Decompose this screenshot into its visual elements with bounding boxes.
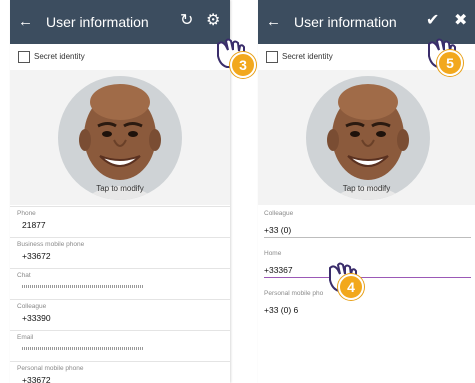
field-value: +33672: [22, 251, 51, 261]
masked-value: [22, 285, 144, 288]
field-value[interactable]: +33 (0): [264, 225, 291, 235]
email-field[interactable]: Email: [10, 330, 230, 361]
phone-field[interactable]: Phone 21877: [10, 206, 230, 237]
field-value[interactable]: +33367: [264, 265, 293, 275]
field-label: Phone: [17, 210, 36, 217]
masked-value: [22, 347, 144, 350]
step-badge-4: 4: [338, 274, 364, 300]
personal-mobile-field[interactable]: Personal mobile phone +33672: [10, 361, 230, 383]
secret-identity-row[interactable]: Secret identity: [10, 44, 230, 70]
secret-identity-checkbox[interactable]: [18, 51, 30, 63]
refresh-icon[interactable]: ↻: [180, 12, 193, 30]
field-value: +33390: [22, 313, 51, 323]
chat-field[interactable]: Chat: [10, 268, 230, 299]
page-title: User information: [46, 14, 149, 30]
tap-to-modify-label: Tap to modify: [342, 184, 391, 193]
field-label: Chat: [17, 272, 31, 279]
avatar[interactable]: [306, 76, 430, 200]
colleague-field[interactable]: Colleague +33390: [10, 299, 230, 330]
step-badge-5: 5: [437, 50, 463, 76]
field-value: +33672: [22, 375, 51, 383]
field-label: Colleague: [264, 210, 294, 217]
field-label: Colleague: [17, 303, 47, 310]
user-info-screen-view: ← User information ↻ ⚙ Secret identity T…: [10, 0, 230, 383]
colleague-input[interactable]: Colleague +33 (0): [258, 208, 475, 246]
avatar[interactable]: [58, 76, 182, 200]
business-mobile-field[interactable]: Business mobile phone +33672: [10, 237, 230, 268]
photo-area[interactable]: Tap to modify: [258, 70, 475, 205]
secret-identity-label: Secret identity: [34, 52, 85, 61]
field-value[interactable]: +33 (0) 6: [264, 305, 298, 315]
field-label: Home: [264, 250, 282, 257]
secret-identity-label: Secret identity: [282, 52, 333, 61]
field-label: Personal mobile phone: [17, 365, 84, 372]
field-value: 21877: [22, 220, 46, 230]
field-label: Email: [17, 334, 34, 341]
close-icon[interactable]: ✖: [454, 12, 467, 30]
field-label: Personal mobile pho: [264, 290, 324, 297]
secret-identity-checkbox[interactable]: [266, 51, 278, 63]
page-title: User information: [294, 14, 397, 30]
input-underline: [264, 237, 471, 238]
photo-area[interactable]: Tap to modify: [10, 70, 230, 205]
gear-icon[interactable]: ⚙: [206, 12, 220, 30]
arrow-left-icon[interactable]: ←: [266, 13, 281, 30]
tap-to-modify-label: Tap to modify: [96, 184, 144, 193]
field-label: Business mobile phone: [17, 241, 85, 248]
checkmark-icon[interactable]: ✔: [426, 12, 439, 30]
app-bar: ← User information ↻ ⚙: [10, 0, 230, 44]
step-badge-3: 3: [230, 52, 256, 78]
arrow-left-icon[interactable]: ←: [18, 13, 33, 30]
